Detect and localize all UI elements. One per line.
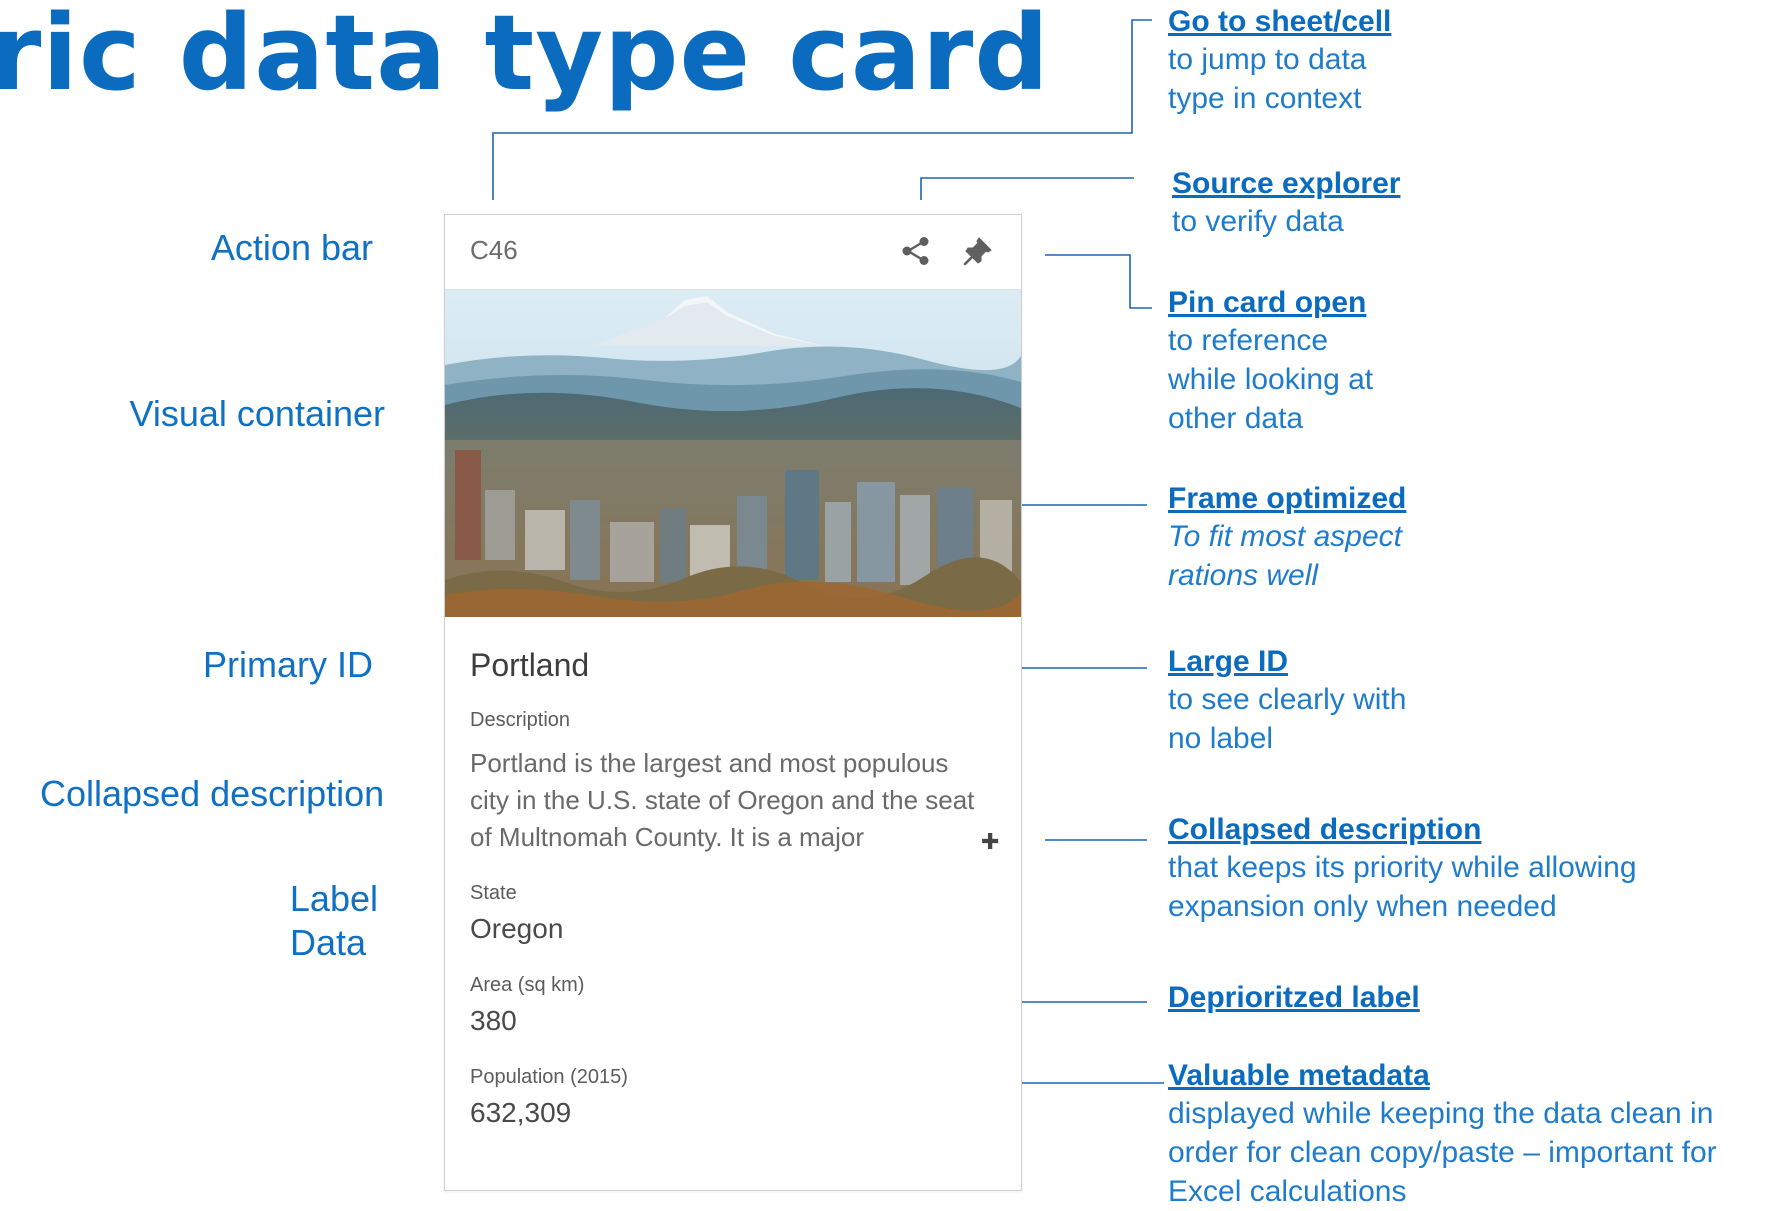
- annotation-title: Valuable metadata: [1168, 1059, 1430, 1092]
- share-icon[interactable]: [898, 233, 934, 269]
- annotation-frame-optimized: Frame optimized To fit most aspect ratio…: [1168, 481, 1406, 595]
- leader-line-pin-card: [1045, 254, 1152, 309]
- annotation-valuable-metadata: Valuable metadata displayed while keepin…: [1168, 1058, 1717, 1211]
- annotation-deprioritized-label: Deprioritzed label: [1168, 980, 1420, 1016]
- annotation-desc: To fit most aspect rations well: [1168, 520, 1402, 592]
- annotation-source-explorer: Source explorer to verify data: [1172, 166, 1400, 241]
- annotation-title: Frame optimized: [1168, 482, 1407, 515]
- description-label: Description: [470, 709, 571, 731]
- field-value-population: 632,309: [470, 1097, 572, 1128]
- field-value-area: 380: [470, 1005, 517, 1036]
- annotation-desc: to reference while looking at other data: [1168, 324, 1374, 435]
- annotation-collapsed-description: Collapsed description that keeps its pri…: [1168, 812, 1637, 926]
- primary-id: Portland: [470, 647, 590, 683]
- go-to-cell-link[interactable]: C46: [470, 235, 518, 266]
- annotation-desc: to see clearly with no label: [1168, 683, 1407, 755]
- pin-icon[interactable]: [960, 233, 996, 269]
- field-label-state: State: [470, 882, 517, 904]
- description-text: Portland is the largest and most populou…: [470, 748, 975, 852]
- annotation-desc: to jump to data type in context: [1168, 43, 1367, 115]
- card-action-bar: C46: [445, 215, 1021, 290]
- annotation-title: Source explorer: [1172, 167, 1401, 200]
- data-type-card: C46 Portland Description Portland is the…: [444, 214, 1022, 1191]
- annotation-desc: displayed while keeping the data clean i…: [1168, 1097, 1717, 1208]
- annotation-go-to-cell: Go to sheet/cell to jump to data type in…: [1168, 4, 1391, 118]
- annotation-desc: that keeps its priority while allowing e…: [1168, 851, 1637, 923]
- field-label-population: Population (2015): [470, 1066, 628, 1088]
- leader-line-go-to-cell: [492, 19, 1152, 200]
- annotation-title: Pin card open: [1168, 286, 1367, 319]
- annotation-large-id: Large ID to see clearly with no label: [1168, 644, 1406, 758]
- visual-container-image: [445, 290, 1021, 617]
- leader-line-source-explorer: [920, 177, 1134, 200]
- annotation-title: Collapsed description: [1168, 813, 1482, 846]
- field-value-state: Oregon: [470, 913, 564, 944]
- annotation-title: Large ID: [1168, 645, 1289, 678]
- annotation-pin-card: Pin card open to reference while looking…: [1168, 285, 1373, 438]
- annotation-title: Go to sheet/cell: [1168, 5, 1392, 38]
- expand-plus-icon[interactable]: ✚: [981, 829, 999, 855]
- annotation-desc: to verify data: [1172, 205, 1344, 238]
- annotation-title: Deprioritzed label: [1168, 981, 1420, 1014]
- field-label-area: Area (sq km): [470, 974, 585, 996]
